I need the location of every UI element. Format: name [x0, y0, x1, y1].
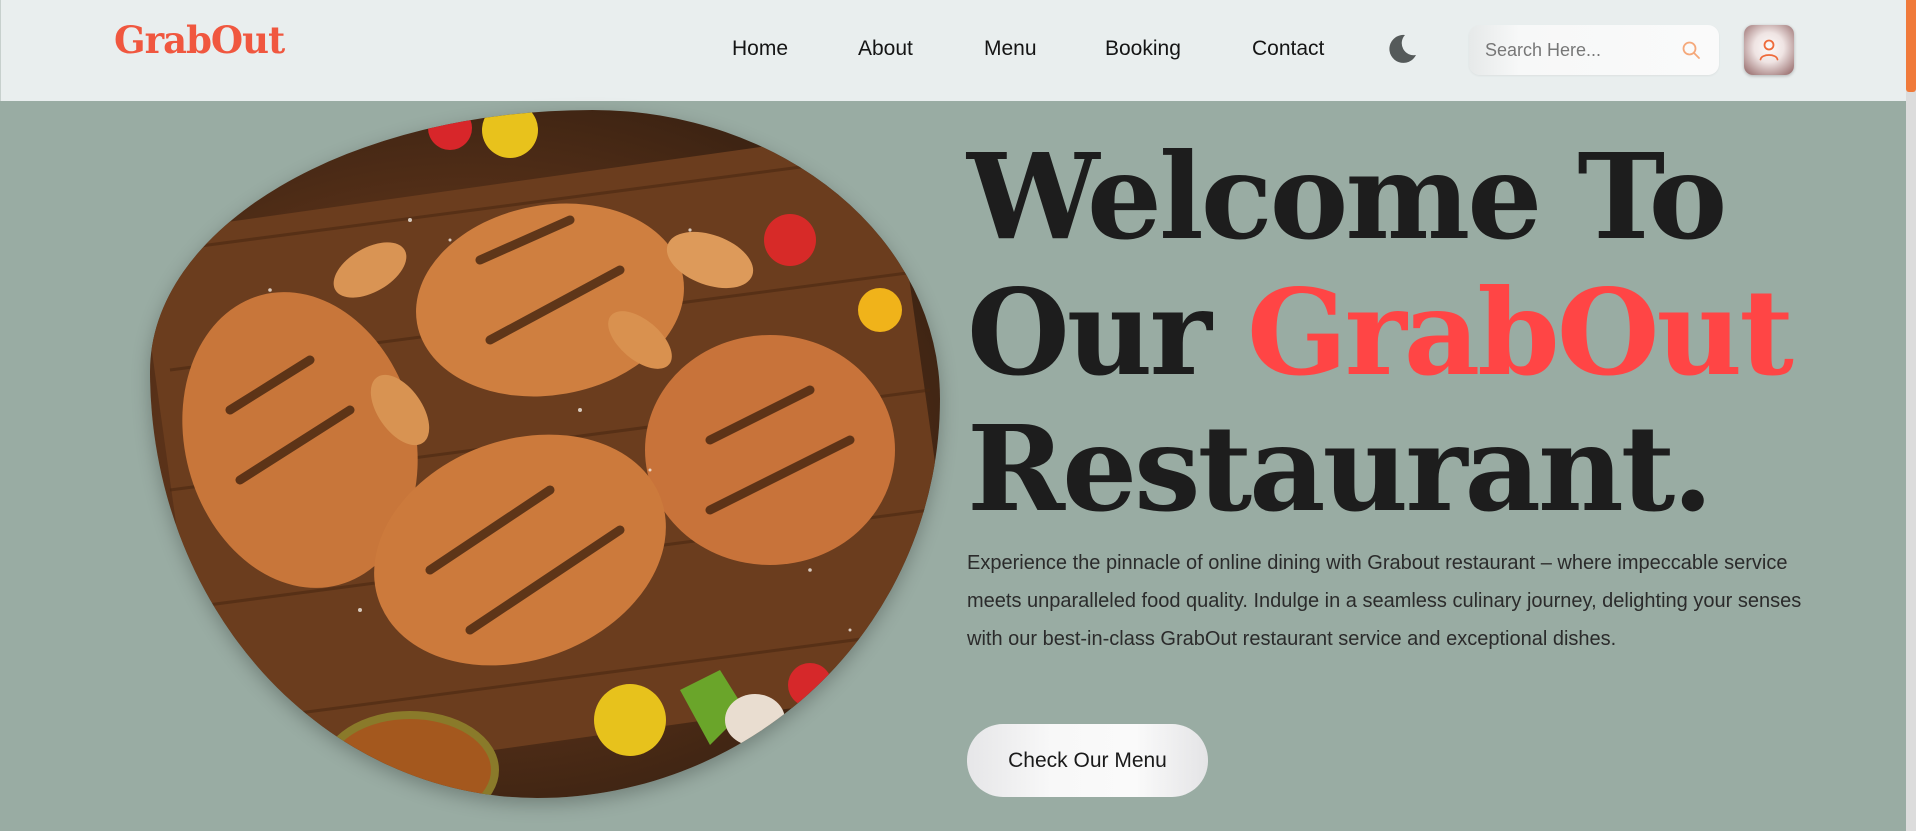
user-account-button[interactable]: [1744, 25, 1794, 75]
hero-section: Welcome To Our GrabOut Restaurant. Exper…: [0, 101, 1906, 831]
hero-title-highlight: GrabOut: [1246, 263, 1794, 402]
search-input[interactable]: [1485, 35, 1675, 65]
search-icon[interactable]: [1681, 40, 1701, 60]
moon-icon[interactable]: [1383, 31, 1419, 67]
scrollbar-track[interactable]: [1906, 0, 1916, 831]
grilled-chicken-image: [150, 110, 940, 798]
nav-link-booking[interactable]: Booking: [1105, 37, 1181, 61]
app-root: GrabOut Home About Menu Booking Contact: [0, 0, 1916, 831]
hero-title-line2: Our GrabOut: [967, 263, 1794, 402]
hero-title-line1: Welcome To: [967, 127, 1727, 266]
top-navbar: GrabOut Home About Menu Booking Contact: [0, 0, 1906, 101]
nav-link-about[interactable]: About: [858, 37, 913, 61]
user-icon: [1759, 39, 1779, 61]
nav-link-menu[interactable]: Menu: [984, 37, 1037, 61]
hero-description: Experience the pinnacle of online dining…: [967, 552, 1802, 650]
check-menu-button[interactable]: Check Our Menu: [967, 724, 1208, 797]
nav-link-contact[interactable]: Contact: [1252, 37, 1324, 61]
hero-title: Welcome To Our GrabOut Restaurant.: [967, 127, 1794, 538]
scrollbar-thumb[interactable]: [1906, 0, 1916, 92]
hero-title-line3: Restaurant.: [967, 399, 1713, 538]
search-box: [1469, 25, 1719, 75]
nav-link-home[interactable]: Home: [732, 37, 788, 61]
hero-title-prefix: Our: [967, 263, 1247, 402]
